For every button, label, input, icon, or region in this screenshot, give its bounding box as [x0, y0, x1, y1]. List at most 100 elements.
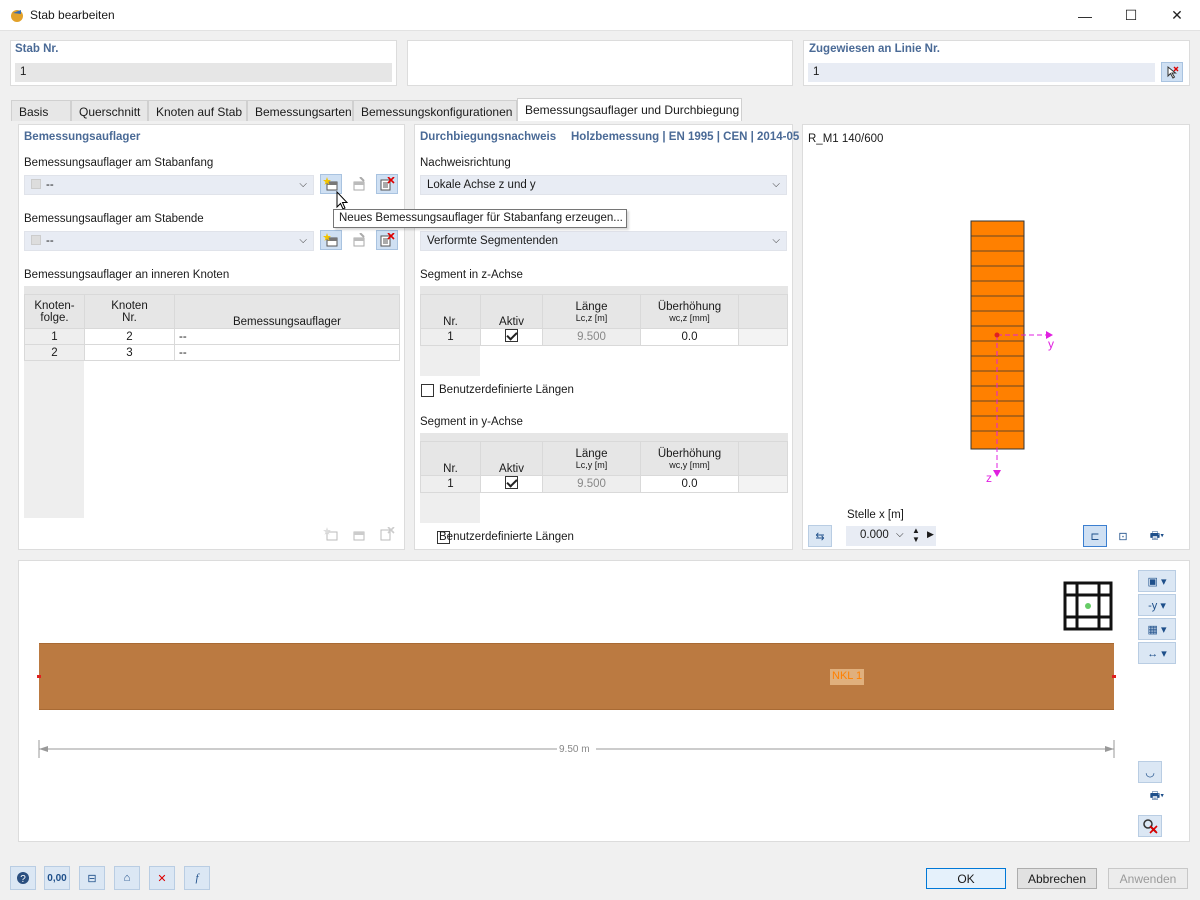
table-edit-icon[interactable]: [348, 524, 370, 544]
tab-querschnitt[interactable]: Querschnitt: [71, 100, 148, 121]
service-class-label: NKL 1: [830, 669, 865, 685]
delete-support-icon[interactable]: [376, 174, 398, 194]
user-lengths-z-checkbox[interactable]: [421, 384, 434, 397]
chevron-down-icon: ⌵: [772, 235, 780, 246]
cancel-button[interactable]: Abbrechen: [1017, 868, 1097, 889]
col-nr-header: Nr.: [420, 441, 481, 476]
tab-basis[interactable]: Basis: [11, 100, 71, 121]
reset-view-icon[interactable]: [1138, 815, 1162, 837]
tab-knoten-auf-stab[interactable]: Knoten auf Stab: [148, 100, 247, 121]
row-length: 9.500: [542, 328, 641, 346]
segment-y-label: Segment in y-Achse: [420, 416, 523, 428]
col-length-unit: Lc,z [m]: [575, 312, 608, 323]
row-camber[interactable]: 0.0: [640, 475, 739, 493]
col-camber-header: Überhöhung wc,y [mm]: [640, 441, 739, 476]
help-icon[interactable]: ?: [10, 866, 36, 890]
reference-length-select[interactable]: Verformte Segmentenden ⌵: [420, 231, 787, 251]
row-nr: 1: [420, 328, 481, 346]
render-mode-icon[interactable]: ▦ ▾: [1138, 618, 1176, 640]
formula-icon[interactable]: f: [184, 866, 210, 890]
delete-icon[interactable]: ✕: [149, 866, 175, 890]
table-row[interactable]: 1 9.500 0.0: [420, 475, 788, 493]
col-length-unit: Lc,y [m]: [575, 459, 608, 470]
table-row[interactable]: 1 2 --: [24, 328, 400, 345]
table-row[interactable]: 1 9.500 0.0: [420, 328, 788, 346]
col-length-header: Länge Lc,z [m]: [542, 294, 641, 329]
section-scale-icon[interactable]: ⊡: [1111, 525, 1135, 547]
col-node-line1: Knoten: [111, 299, 148, 312]
edit-support-icon[interactable]: [348, 174, 370, 194]
active-checkbox[interactable]: [505, 329, 518, 342]
section-dimensions-icon[interactable]: ⊏: [1083, 525, 1107, 547]
color-swatch: [31, 235, 41, 245]
spinner-icon[interactable]: ▲ ▼: [912, 526, 920, 544]
col-node-header: Knoten Nr.: [84, 294, 175, 329]
section-rotate-icon[interactable]: ⇆: [808, 525, 832, 547]
end-support-select[interactable]: -- ⌵: [24, 231, 314, 251]
row-support[interactable]: --: [174, 328, 400, 345]
col-empty-header: [738, 441, 788, 476]
dimension-label: 9.50 m: [559, 744, 590, 755]
col-camber-title: Überhöhung: [657, 447, 722, 460]
reference-length-value: Verformte Segmentenden: [427, 235, 559, 247]
member-number-field[interactable]: 1: [15, 63, 392, 82]
table-new-icon[interactable]: [320, 524, 342, 544]
assigned-line-field[interactable]: 1: [808, 63, 1155, 82]
row-length: 9.500: [542, 475, 641, 493]
dimension-mode-icon[interactable]: ↔ ▾: [1138, 642, 1176, 664]
deflection-title: Durchbiegungsnachweis: [420, 131, 557, 143]
new-support-icon[interactable]: [320, 230, 342, 250]
direction-select[interactable]: Lokale Achse z und y ⌵: [420, 175, 787, 195]
edit-support-icon[interactable]: [348, 230, 370, 250]
row-sequence: 1: [24, 328, 85, 345]
row-camber[interactable]: 0.0: [640, 328, 739, 346]
ok-button[interactable]: OK: [926, 868, 1006, 889]
tab-bemessungsauflager-durchbiegung[interactable]: Bemessungsauflager und Durchbiegung: [517, 98, 742, 121]
pick-line-icon[interactable]: [1161, 62, 1183, 82]
info-icon[interactable]: ⊟: [79, 866, 105, 890]
view-icon[interactable]: ⌂: [114, 866, 140, 890]
row-sequence: 2: [24, 344, 85, 361]
start-support-select[interactable]: -- ⌵: [24, 175, 314, 195]
row-empty: [738, 475, 788, 493]
view-print-icon[interactable]: 🖶▾: [1138, 785, 1176, 807]
chevron-down-icon: ⌵: [299, 235, 307, 246]
delete-support-icon[interactable]: [376, 230, 398, 250]
axis-z-label: z: [986, 471, 992, 485]
col-camber-unit: wc,z [mm]: [669, 312, 710, 323]
user-lengths-y-label: Benutzerdefinierte Längen: [439, 531, 574, 543]
row-node[interactable]: 3: [84, 344, 175, 361]
station-input[interactable]: 0.000 ⌵ ▲ ▼ ▶: [846, 526, 936, 546]
print-icon[interactable]: 🖶▾: [1139, 525, 1175, 547]
next-icon[interactable]: ▶: [927, 529, 934, 540]
app-icon: [11, 10, 23, 22]
svg-text:?: ?: [20, 874, 26, 885]
col-sequence-line2: folge.: [40, 311, 69, 324]
direction-value: Lokale Achse z und y: [427, 179, 536, 191]
active-checkbox[interactable]: [505, 476, 518, 489]
title-bar: [0, 0, 1200, 31]
tab-bemessungsarten[interactable]: Bemessungsarten: [247, 100, 353, 121]
units-icon[interactable]: 0,00: [44, 866, 70, 890]
view-cube-menu-icon[interactable]: ▣ ▾: [1138, 570, 1176, 592]
minimize-button[interactable]: —: [1062, 0, 1108, 31]
view-cube-icon[interactable]: [1063, 581, 1113, 631]
close-button[interactable]: ✕: [1154, 0, 1200, 31]
deformation-icon[interactable]: ◡: [1138, 761, 1162, 783]
row-node[interactable]: 2: [84, 328, 175, 345]
col-length-title: Länge: [575, 447, 608, 460]
chevron-down-icon[interactable]: ⌵: [896, 529, 904, 540]
apply-button[interactable]: Anwenden: [1108, 868, 1188, 889]
table-row[interactable]: 2 3 --: [24, 344, 400, 361]
col-support-header: Bemessungsauflager: [174, 294, 400, 329]
tab-bemessungskonfigurationen[interactable]: Bemessungskonfigurationen: [353, 100, 517, 121]
table-delete-icon[interactable]: [376, 524, 398, 544]
row-active-cell: [480, 475, 543, 493]
col-active-header: Aktiv: [480, 294, 543, 329]
user-lengths-z-label: Benutzerdefinierte Längen: [439, 384, 574, 396]
row-support[interactable]: --: [174, 344, 400, 361]
row-empty: [738, 328, 788, 346]
axis-view-icon[interactable]: -y ▾: [1138, 594, 1176, 616]
maximize-button[interactable]: ☐: [1108, 0, 1154, 31]
member-beam[interactable]: [39, 643, 1114, 710]
